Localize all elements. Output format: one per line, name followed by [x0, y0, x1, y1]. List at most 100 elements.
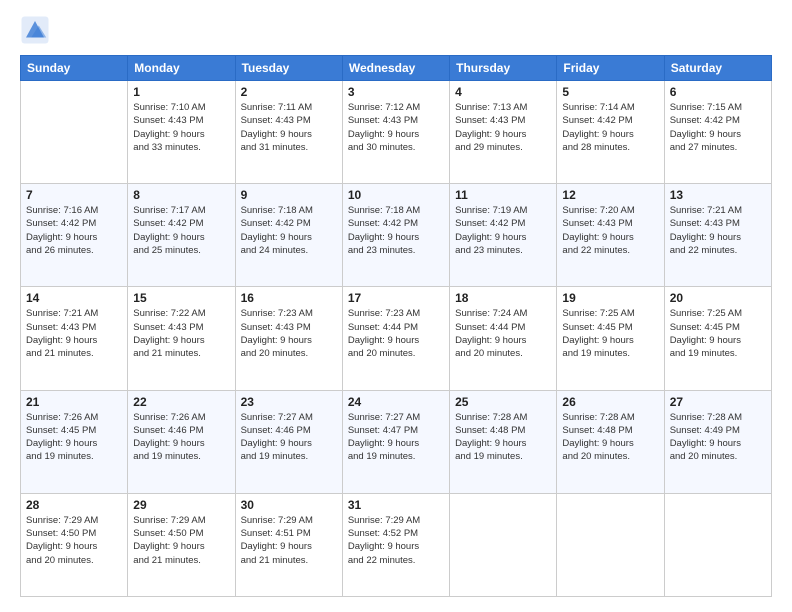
calendar-weekday-wednesday: Wednesday — [342, 56, 449, 81]
calendar-cell: 16 Sunrise: 7:23 AM Sunset: 4:43 PM Dayli… — [235, 287, 342, 390]
calendar-week-4: 28 Sunrise: 7:29 AM Sunset: 4:50 PM Dayli… — [21, 493, 772, 596]
day-info: Sunrise: 7:14 AM Sunset: 4:42 PM Dayligh… — [562, 101, 658, 154]
calendar-header-row: SundayMondayTuesdayWednesdayThursdayFrid… — [21, 56, 772, 81]
day-info: Sunrise: 7:28 AM Sunset: 4:49 PM Dayligh… — [670, 411, 766, 464]
calendar-cell: 14Sunrise: 7:21 AM Sunset: 4:43 PM Dayli… — [21, 287, 128, 390]
logo — [20, 15, 54, 45]
day-number: 12 — [562, 188, 658, 202]
calendar-weekday-friday: Friday — [557, 56, 664, 81]
day-number: 1 — [133, 85, 229, 99]
calendar-cell: 9 Sunrise: 7:18 AM Sunset: 4:42 PM Daylig… — [235, 184, 342, 287]
day-number: 9 — [241, 188, 337, 202]
calendar-cell: 8 Sunrise: 7:17 AM Sunset: 4:42 PM Daylig… — [128, 184, 235, 287]
day-number: 10 — [348, 188, 444, 202]
day-number: 17 — [348, 291, 444, 305]
calendar-week-3: 21Sunrise: 7:26 AM Sunset: 4:45 PM Dayli… — [21, 390, 772, 493]
day-info: Sunrise: 7:17 AM Sunset: 4:42 PM Dayligh… — [133, 204, 229, 257]
calendar-cell: 31 Sunrise: 7:29 AM Sunset: 4:52 PM Dayli… — [342, 493, 449, 596]
calendar-week-0: 1 Sunrise: 7:10 AM Sunset: 4:43 PM Daylig… — [21, 81, 772, 184]
calendar-weekday-tuesday: Tuesday — [235, 56, 342, 81]
day-number: 2 — [241, 85, 337, 99]
day-number: 19 — [562, 291, 658, 305]
calendar-week-2: 14Sunrise: 7:21 AM Sunset: 4:43 PM Dayli… — [21, 287, 772, 390]
day-info: Sunrise: 7:28 AM Sunset: 4:48 PM Dayligh… — [455, 411, 551, 464]
day-info: Sunrise: 7:22 AM Sunset: 4:43 PM Dayligh… — [133, 307, 229, 360]
day-info: Sunrise: 7:23 AM Sunset: 4:44 PM Dayligh… — [348, 307, 444, 360]
calendar-cell: 21Sunrise: 7:26 AM Sunset: 4:45 PM Dayli… — [21, 390, 128, 493]
calendar-cell: 22 Sunrise: 7:26 AM Sunset: 4:46 PM Dayli… — [128, 390, 235, 493]
day-number: 8 — [133, 188, 229, 202]
day-number: 7 — [26, 188, 122, 202]
calendar-cell: 4 Sunrise: 7:13 AM Sunset: 4:43 PM Daylig… — [450, 81, 557, 184]
day-info: Sunrise: 7:29 AM Sunset: 4:50 PM Dayligh… — [26, 514, 122, 567]
day-number: 16 — [241, 291, 337, 305]
header — [20, 15, 772, 45]
day-number: 3 — [348, 85, 444, 99]
calendar-cell: 30 Sunrise: 7:29 AM Sunset: 4:51 PM Dayli… — [235, 493, 342, 596]
calendar-cell: 24 Sunrise: 7:27 AM Sunset: 4:47 PM Dayli… — [342, 390, 449, 493]
calendar-cell — [557, 493, 664, 596]
calendar-weekday-thursday: Thursday — [450, 56, 557, 81]
day-info: Sunrise: 7:26 AM Sunset: 4:46 PM Dayligh… — [133, 411, 229, 464]
calendar-cell: 19Sunrise: 7:25 AM Sunset: 4:45 PM Dayli… — [557, 287, 664, 390]
day-number: 24 — [348, 395, 444, 409]
day-number: 15 — [133, 291, 229, 305]
day-number: 31 — [348, 498, 444, 512]
day-number: 23 — [241, 395, 337, 409]
day-info: Sunrise: 7:24 AM Sunset: 4:44 PM Dayligh… — [455, 307, 551, 360]
day-number: 28 — [26, 498, 122, 512]
day-info: Sunrise: 7:15 AM Sunset: 4:42 PM Dayligh… — [670, 101, 766, 154]
calendar-cell: 1 Sunrise: 7:10 AM Sunset: 4:43 PM Daylig… — [128, 81, 235, 184]
calendar-cell: 15 Sunrise: 7:22 AM Sunset: 4:43 PM Dayli… — [128, 287, 235, 390]
day-info: Sunrise: 7:12 AM Sunset: 4:43 PM Dayligh… — [348, 101, 444, 154]
day-info: Sunrise: 7:29 AM Sunset: 4:52 PM Dayligh… — [348, 514, 444, 567]
day-number: 27 — [670, 395, 766, 409]
day-info: Sunrise: 7:11 AM Sunset: 4:43 PM Dayligh… — [241, 101, 337, 154]
calendar: SundayMondayTuesdayWednesdayThursdayFrid… — [20, 55, 772, 597]
page: SundayMondayTuesdayWednesdayThursdayFrid… — [0, 0, 792, 612]
calendar-cell: 7Sunrise: 7:16 AM Sunset: 4:42 PM Daylig… — [21, 184, 128, 287]
day-number: 14 — [26, 291, 122, 305]
day-info: Sunrise: 7:29 AM Sunset: 4:51 PM Dayligh… — [241, 514, 337, 567]
day-info: Sunrise: 7:13 AM Sunset: 4:43 PM Dayligh… — [455, 101, 551, 154]
calendar-cell: 23 Sunrise: 7:27 AM Sunset: 4:46 PM Dayli… — [235, 390, 342, 493]
day-number: 11 — [455, 188, 551, 202]
calendar-cell: 27 Sunrise: 7:28 AM Sunset: 4:49 PM Dayli… — [664, 390, 771, 493]
day-info: Sunrise: 7:27 AM Sunset: 4:47 PM Dayligh… — [348, 411, 444, 464]
day-info: Sunrise: 7:27 AM Sunset: 4:46 PM Dayligh… — [241, 411, 337, 464]
calendar-cell: 17 Sunrise: 7:23 AM Sunset: 4:44 PM Dayli… — [342, 287, 449, 390]
calendar-cell: 12 Sunrise: 7:20 AM Sunset: 4:43 PM Dayli… — [557, 184, 664, 287]
day-number: 13 — [670, 188, 766, 202]
calendar-cell: 3 Sunrise: 7:12 AM Sunset: 4:43 PM Daylig… — [342, 81, 449, 184]
day-number: 21 — [26, 395, 122, 409]
calendar-cell: 5 Sunrise: 7:14 AM Sunset: 4:42 PM Daylig… — [557, 81, 664, 184]
calendar-cell — [21, 81, 128, 184]
day-number: 4 — [455, 85, 551, 99]
day-number: 5 — [562, 85, 658, 99]
day-info: Sunrise: 7:23 AM Sunset: 4:43 PM Dayligh… — [241, 307, 337, 360]
calendar-weekday-sunday: Sunday — [21, 56, 128, 81]
day-info: Sunrise: 7:29 AM Sunset: 4:50 PM Dayligh… — [133, 514, 229, 567]
calendar-cell: 18 Sunrise: 7:24 AM Sunset: 4:44 PM Dayli… — [450, 287, 557, 390]
day-number: 30 — [241, 498, 337, 512]
logo-icon — [20, 15, 50, 45]
day-info: Sunrise: 7:28 AM Sunset: 4:48 PM Dayligh… — [562, 411, 658, 464]
day-info: Sunrise: 7:10 AM Sunset: 4:43 PM Dayligh… — [133, 101, 229, 154]
calendar-cell — [664, 493, 771, 596]
day-number: 20 — [670, 291, 766, 305]
day-number: 18 — [455, 291, 551, 305]
calendar-weekday-saturday: Saturday — [664, 56, 771, 81]
calendar-cell: 6Sunrise: 7:15 AM Sunset: 4:42 PM Daylig… — [664, 81, 771, 184]
day-number: 22 — [133, 395, 229, 409]
day-number: 26 — [562, 395, 658, 409]
calendar-cell: 25 Sunrise: 7:28 AM Sunset: 4:48 PM Dayli… — [450, 390, 557, 493]
day-info: Sunrise: 7:19 AM Sunset: 4:42 PM Dayligh… — [455, 204, 551, 257]
calendar-cell — [450, 493, 557, 596]
day-info: Sunrise: 7:20 AM Sunset: 4:43 PM Dayligh… — [562, 204, 658, 257]
calendar-cell: 28 Sunrise: 7:29 AM Sunset: 4:50 PM Dayli… — [21, 493, 128, 596]
calendar-week-1: 7Sunrise: 7:16 AM Sunset: 4:42 PM Daylig… — [21, 184, 772, 287]
day-number: 25 — [455, 395, 551, 409]
day-info: Sunrise: 7:18 AM Sunset: 4:42 PM Dayligh… — [241, 204, 337, 257]
calendar-weekday-monday: Monday — [128, 56, 235, 81]
calendar-cell: 13Sunrise: 7:21 AM Sunset: 4:43 PM Dayli… — [664, 184, 771, 287]
